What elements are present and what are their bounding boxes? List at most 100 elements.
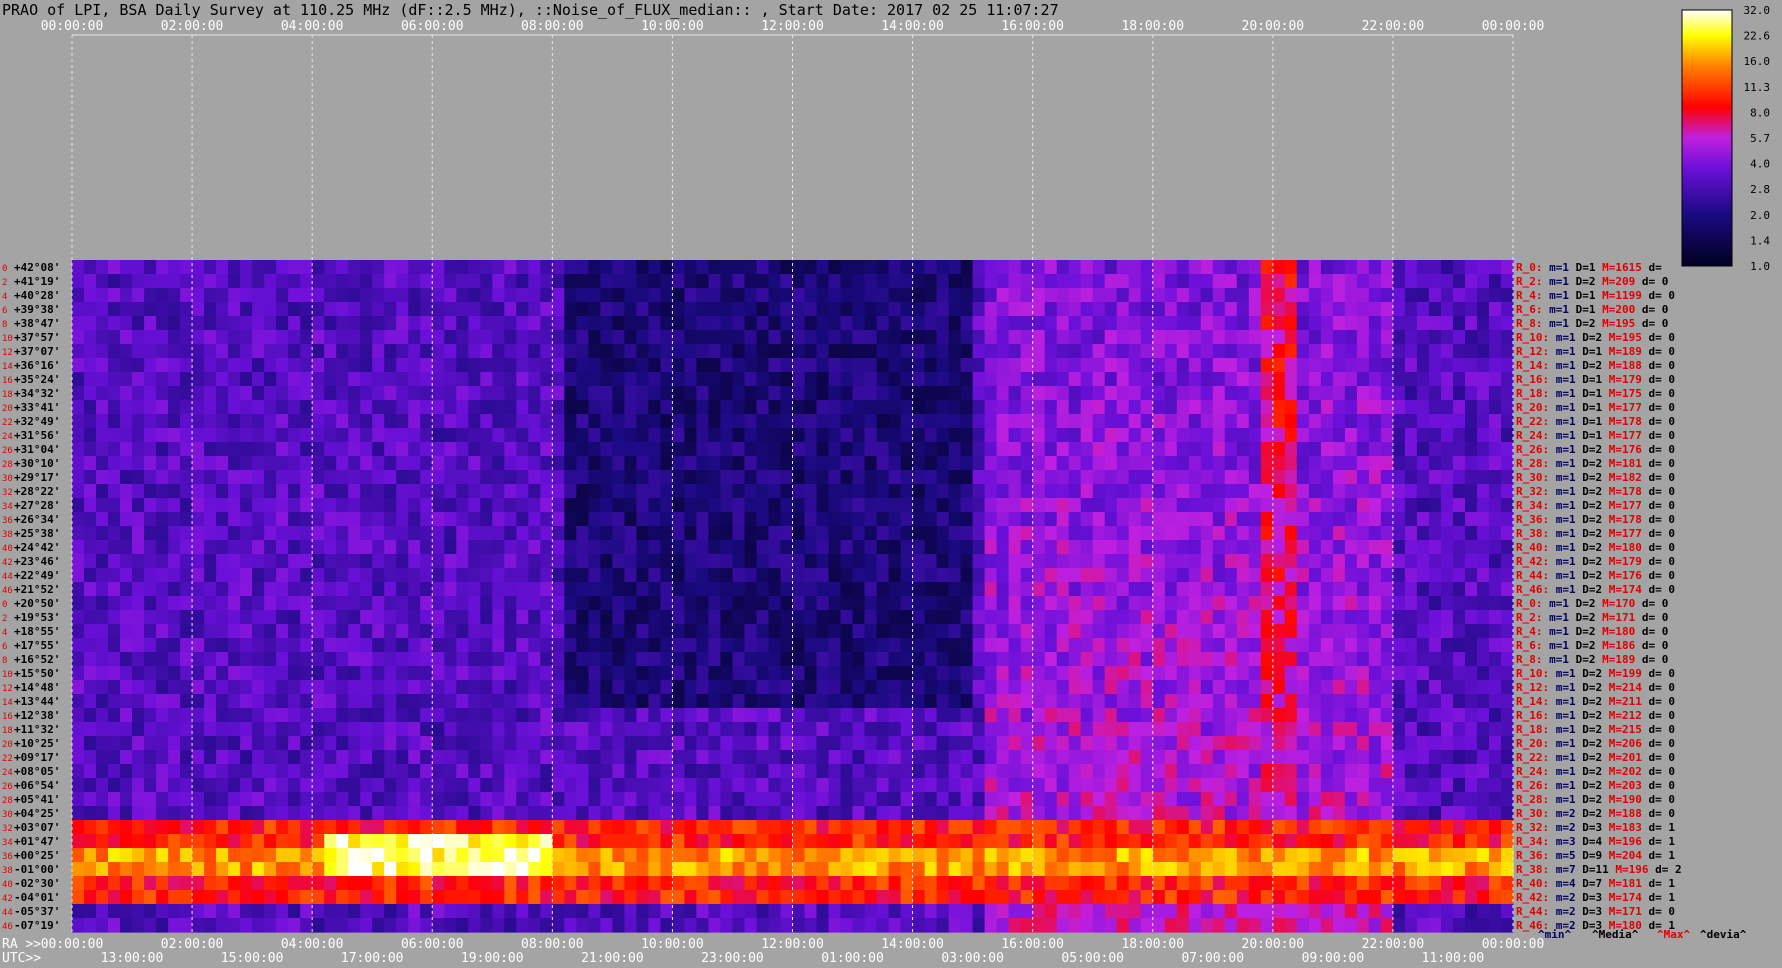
heatmap-cell xyxy=(1489,428,1502,443)
heatmap-cell xyxy=(1441,596,1454,611)
heatmap-cell xyxy=(1428,470,1442,485)
heatmap-cell xyxy=(1380,330,1394,345)
heatmap-cell xyxy=(708,708,721,723)
heatmap-cell xyxy=(876,512,890,527)
heatmap-cell xyxy=(144,736,157,751)
heatmap-cell xyxy=(360,442,373,457)
heatmap-cell xyxy=(1044,330,1058,345)
heatmap-cell xyxy=(828,820,842,835)
heatmap-cell xyxy=(852,400,866,415)
heatmap-cell xyxy=(516,722,529,737)
heatmap-cell xyxy=(528,708,541,723)
heatmap-cell xyxy=(1224,498,1238,513)
heatmap-cell xyxy=(1356,260,1370,275)
heatmap-cell xyxy=(924,414,938,429)
heatmap-cell xyxy=(984,666,998,681)
heatmap-cell xyxy=(1092,652,1106,667)
heatmap-cell xyxy=(900,680,914,695)
heatmap-cell xyxy=(216,386,229,401)
heatmap-cell xyxy=(1068,400,1082,415)
heatmap-cell xyxy=(1176,610,1190,625)
heatmap-cell xyxy=(228,386,241,401)
heatmap-cell xyxy=(972,638,986,653)
heatmap-cell xyxy=(168,820,181,835)
heatmap-cell xyxy=(636,456,649,471)
heatmap-cell xyxy=(336,442,349,457)
heatmap-cell xyxy=(1236,302,1250,317)
heatmap-cell xyxy=(168,344,181,359)
heatmap-cell xyxy=(144,372,157,387)
heatmap-cell xyxy=(1501,274,1514,289)
heatmap-cell xyxy=(1416,498,1430,513)
heatmap-cell xyxy=(552,638,565,653)
heatmap-cell xyxy=(1501,358,1514,373)
heatmap-cell xyxy=(996,442,1010,457)
heatmap-cell xyxy=(144,316,157,331)
heatmap-cell xyxy=(780,400,794,415)
heatmap-cell xyxy=(1356,428,1370,443)
heatmap-cell xyxy=(228,722,241,737)
heatmap-cell xyxy=(588,652,601,667)
heatmap-cell xyxy=(108,358,121,373)
heatmap-cell xyxy=(192,274,205,289)
heatmap-cell xyxy=(960,344,974,359)
heatmap-cell xyxy=(396,498,409,513)
heatmap-cell xyxy=(1428,302,1442,317)
heatmap-cell xyxy=(1308,498,1322,513)
heatmap-cell xyxy=(1380,568,1394,583)
heatmap-cell xyxy=(1140,722,1154,737)
heatmap-cell xyxy=(108,484,121,499)
heatmap-cell xyxy=(840,778,854,793)
heatmap-cell xyxy=(132,288,145,303)
heatmap-cell xyxy=(432,750,445,765)
heatmap-cell xyxy=(900,652,914,667)
heatmap-cell xyxy=(336,764,349,779)
heatmap-cell xyxy=(840,568,854,583)
heatmap-cell xyxy=(768,652,782,667)
heatmap-cell xyxy=(672,274,685,289)
heatmap-cell xyxy=(228,554,241,569)
heatmap-cell xyxy=(996,750,1010,765)
heatmap-cell xyxy=(396,750,409,765)
heatmap-cell xyxy=(156,288,169,303)
heatmap-cell xyxy=(660,834,673,849)
heatmap-cell xyxy=(1356,414,1370,429)
heatmap-cell xyxy=(936,484,950,499)
heatmap-cell xyxy=(1465,344,1478,359)
heatmap-cell xyxy=(948,708,962,723)
heatmap-cell xyxy=(1020,750,1034,765)
heatmap-cell xyxy=(876,610,890,625)
heatmap-cell xyxy=(1320,274,1334,289)
heatmap-cell xyxy=(780,610,794,625)
heatmap-cell xyxy=(432,302,445,317)
heatmap-cell xyxy=(636,330,649,345)
heatmap-cell xyxy=(600,624,613,639)
heatmap-cell xyxy=(1296,568,1310,583)
heatmap-cell xyxy=(912,764,926,779)
heatmap-cell xyxy=(1116,288,1130,303)
heatmap-cell xyxy=(480,316,493,331)
heatmap-cell xyxy=(228,302,241,317)
heatmap-cell xyxy=(852,722,866,737)
heatmap-cell xyxy=(504,554,517,569)
heatmap-cell xyxy=(1104,680,1118,695)
heatmap-cell xyxy=(948,554,962,569)
heatmap-cell xyxy=(240,624,253,639)
heatmap-cell xyxy=(1032,764,1046,779)
heatmap-cell xyxy=(84,750,97,765)
heatmap-cell xyxy=(384,652,397,667)
heatmap-cell xyxy=(468,820,481,835)
heatmap-cell xyxy=(1272,330,1286,345)
heatmap-cell xyxy=(1116,400,1130,415)
heatmap-cell xyxy=(552,694,565,709)
heatmap-cell xyxy=(456,442,469,457)
heatmap-cell xyxy=(1152,260,1166,275)
heatmap-cell xyxy=(264,624,277,639)
heatmap-cell xyxy=(828,400,842,415)
heatmap-cell xyxy=(192,414,205,429)
heatmap-cell xyxy=(1296,302,1310,317)
heatmap-cell xyxy=(684,358,697,373)
heatmap-cell xyxy=(396,820,409,835)
heatmap-cell xyxy=(888,302,902,317)
heatmap-cell xyxy=(1489,694,1502,709)
